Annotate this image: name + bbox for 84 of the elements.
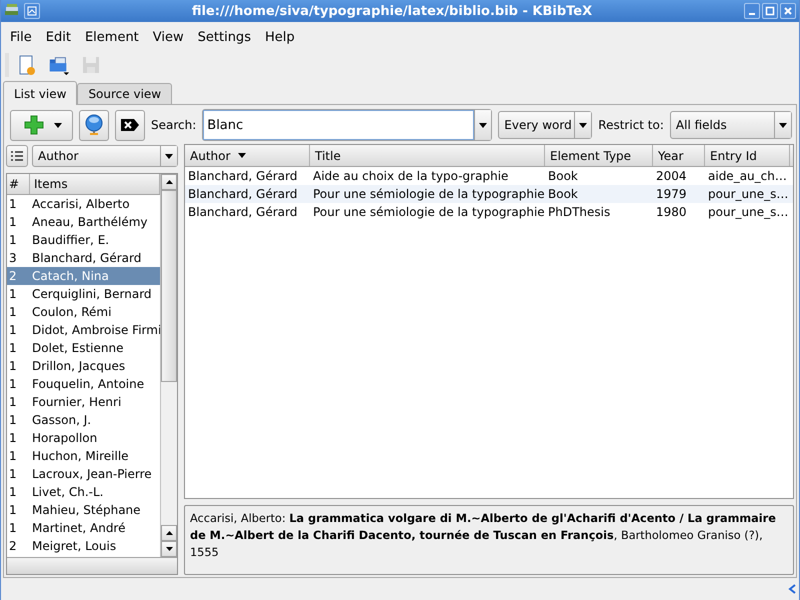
match-mode-dropdown[interactable]: Every word: [498, 111, 592, 139]
list-row[interactable]: 3 Blanchard, Gérard: [7, 249, 160, 267]
online-search-button[interactable]: [79, 110, 109, 140]
close-button[interactable]: [780, 3, 796, 19]
dropdown-arrow-icon: [779, 122, 787, 128]
list-row[interactable]: 1 Horapollon: [7, 429, 160, 447]
table-cell-text: pour_une_s…: [707, 205, 790, 219]
scroll-down-arrow-icon[interactable]: [166, 547, 172, 551]
list-button[interactable]: [6, 145, 28, 167]
list-row[interactable]: 1 Baudiffier, E.: [7, 231, 160, 249]
table-cell-text: Book: [547, 187, 579, 201]
entry-summary: Accarisi, Alberto: La grammatica volgare di M.~Alberto de gl'Acharifi d'Acento / La grammaire de M.~Albert de la Charifi Dacento, tournée de Tuscan en François, Bartholomeo Graniso (?), 1555: [190, 511, 777, 561]
restrict-dropdown[interactable]: All fields: [670, 111, 792, 139]
list-row[interactable]: 1 Fournier, Henri: [7, 393, 160, 411]
list-row[interactable]: 1 Lacroux, Jean-Pierre: [7, 465, 160, 483]
window-menu-button[interactable]: [24, 3, 40, 19]
table-cell-text: PhDThesis: [547, 205, 612, 219]
search-field[interactable]: Blanc: [202, 109, 492, 141]
group-by-dropdown[interactable]: Author: [32, 145, 178, 167]
table-cell-text: Blanchard, Gérard: [187, 205, 298, 219]
table-cell-text: Blanchard, Gérard: [187, 187, 298, 201]
table-cell-text: 1979: [655, 187, 688, 201]
column-header[interactable]: Author: [185, 145, 310, 166]
clear-icon: [120, 118, 140, 132]
close-icon: [783, 6, 793, 16]
table-cell-text: Book: [547, 169, 579, 183]
column-header[interactable]: Entry Id: [705, 145, 790, 166]
list-row[interactable]: 1 Dolet, Estienne: [7, 339, 160, 357]
list-row[interactable]: 1 Fouquelin, Antoine: [7, 375, 160, 393]
column-header[interactable]: #: [7, 174, 30, 194]
menu-item[interactable]: Edit: [38, 28, 78, 46]
table-cell-text: Pour une sémiologie de la typographie: [312, 187, 545, 201]
clear-search-button[interactable]: [115, 110, 145, 140]
dropdown-arrow-icon: [579, 122, 588, 128]
scroll-up-arrow-icon[interactable]: [166, 531, 172, 535]
list-row[interactable]: 1 Gasson, J.: [7, 411, 160, 429]
table-cell-text: pour_une_s…: [707, 187, 790, 201]
caret-icon: [54, 122, 62, 128]
column-header[interactable]: Element Type: [545, 145, 653, 166]
restrict-label: Restrict to:: [598, 118, 664, 132]
minimize-button[interactable]: [744, 3, 760, 19]
window-icon: [27, 6, 37, 16]
tab[interactable]: List view: [3, 81, 78, 105]
add-element-button[interactable]: [10, 110, 73, 140]
search-label: Search:: [151, 118, 196, 132]
menu-item[interactable]: View: [146, 28, 191, 46]
table-cell-text: Blanchard, Gérard: [187, 169, 298, 183]
maximize-button[interactable]: [762, 3, 778, 19]
table-cell-text: 1980: [655, 205, 688, 219]
list-row[interactable]: 2 Catach, Nina: [7, 267, 160, 285]
menu-item[interactable]: Element: [78, 28, 146, 46]
list-row[interactable]: 1 Huchon, Mireille: [7, 447, 160, 465]
folder-icon: [48, 54, 70, 76]
minimize-icon: [749, 12, 755, 14]
globe-icon: [83, 114, 105, 136]
list-row[interactable]: 2 Meigret, Louis: [7, 537, 160, 555]
horizontal-scrollbar[interactable]: [7, 557, 177, 574]
table-cell-text: Aide au choix de la typo-graphie: [312, 169, 510, 183]
table-cell-text: 2004: [655, 169, 688, 183]
list-row[interactable]: 1 Didot, Ambroise Firmi: [7, 321, 160, 339]
maximize-icon: [765, 6, 775, 16]
menu-item[interactable]: File: [3, 28, 39, 46]
list-row[interactable]: 1 Coulon, Rémi: [7, 303, 160, 321]
column-header[interactable]: Title: [310, 145, 545, 166]
column-header[interactable]: Year: [653, 145, 705, 166]
list-row[interactable]: 1 Livet, Ch.-L.: [7, 483, 160, 501]
menu-item[interactable]: Settings: [190, 28, 258, 46]
table-cell-text: Pour une sémiologie de la typographie: [312, 205, 545, 219]
list-icon: [11, 151, 23, 161]
dropdown-arrow-icon: [165, 154, 173, 158]
vertical-scrollbar[interactable]: [160, 174, 177, 557]
list-row[interactable]: 1 Martinet, André: [7, 519, 160, 537]
list-row[interactable]: 1 Cerquiglini, Bernard: [7, 285, 160, 303]
list-row[interactable]: 1 Aneau, Barthélémy: [7, 213, 160, 231]
table-cell-text: aide_au_ch…: [707, 169, 788, 183]
list-row[interactable]: 1 Mahieu, Stéphane: [7, 501, 160, 519]
window-title: file:///home/siva/typographie/latex/biblio.bib - KBibTeX: [190, 4, 594, 18]
scroll-up-arrow-icon[interactable]: [166, 180, 172, 184]
tab[interactable]: Source view: [77, 83, 172, 104]
list-row[interactable]: 1 Accarisi, Alberto: [7, 195, 160, 213]
menu-item[interactable]: Help: [258, 28, 302, 46]
plus-icon: [22, 114, 46, 136]
list-row[interactable]: 1 Drillon, Jacques: [7, 357, 160, 375]
dropdown-arrow-icon: [479, 122, 488, 128]
